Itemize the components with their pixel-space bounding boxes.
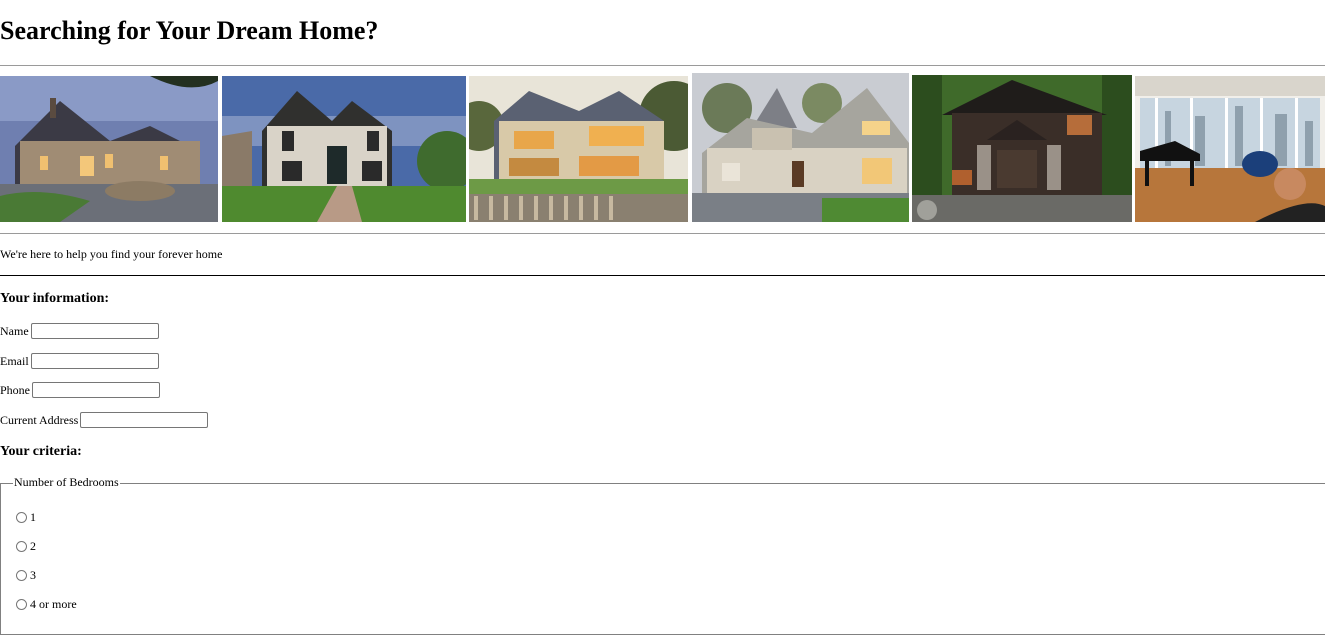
- address-input[interactable]: [80, 412, 209, 428]
- page-title: Searching for Your Dream Home?: [0, 16, 379, 45]
- email-label: Email: [0, 353, 29, 368]
- name-label: Name: [0, 323, 29, 338]
- address-label: Current Address: [0, 412, 79, 427]
- house-photo-gallery: [0, 73, 1325, 223]
- house-photo: [692, 73, 909, 222]
- name-row: Name: [0, 321, 159, 341]
- bedrooms-legend: Number of Bedrooms: [13, 475, 120, 490]
- tagline: We're here to help you find your forever…: [0, 247, 223, 261]
- house-photo: [469, 76, 688, 222]
- bedroom-option-2[interactable]: 2: [16, 539, 36, 554]
- bedroom-option-4-or-more[interactable]: 4 or more: [16, 597, 77, 612]
- bedroom-option-label: 3: [30, 568, 36, 582]
- divider-top: [0, 65, 1325, 66]
- divider-form: [0, 275, 1325, 276]
- divider-middle: [0, 233, 1325, 234]
- email-input[interactable]: [30, 353, 159, 369]
- email-row: Email: [0, 351, 159, 371]
- criteria-heading: Your criteria:: [0, 444, 82, 459]
- phone-label: Phone: [0, 382, 30, 397]
- phone-input[interactable]: [32, 382, 160, 398]
- bedroom-option-label: 2: [30, 539, 36, 553]
- bedrooms-fieldset: Number of Bedrooms 1 2 3 4 or more: [0, 475, 1325, 635]
- address-row: Current Address: [0, 410, 209, 430]
- house-photo: [0, 76, 218, 222]
- radio-button[interactable]: [16, 570, 27, 581]
- radio-button[interactable]: [16, 512, 27, 523]
- bedroom-option-3[interactable]: 3: [16, 568, 36, 583]
- house-photo: [1135, 76, 1325, 222]
- name-input[interactable]: [30, 323, 159, 339]
- radio-button[interactable]: [16, 541, 27, 552]
- bedroom-option-label: 1: [30, 510, 36, 524]
- bedroom-option-1[interactable]: 1: [16, 510, 36, 525]
- radio-button[interactable]: [16, 599, 27, 610]
- bedroom-option-label: 4 or more: [30, 597, 77, 611]
- house-photo: [912, 75, 1132, 222]
- phone-row: Phone: [0, 380, 160, 400]
- info-heading: Your information:: [0, 291, 110, 306]
- house-photo: [222, 76, 466, 222]
